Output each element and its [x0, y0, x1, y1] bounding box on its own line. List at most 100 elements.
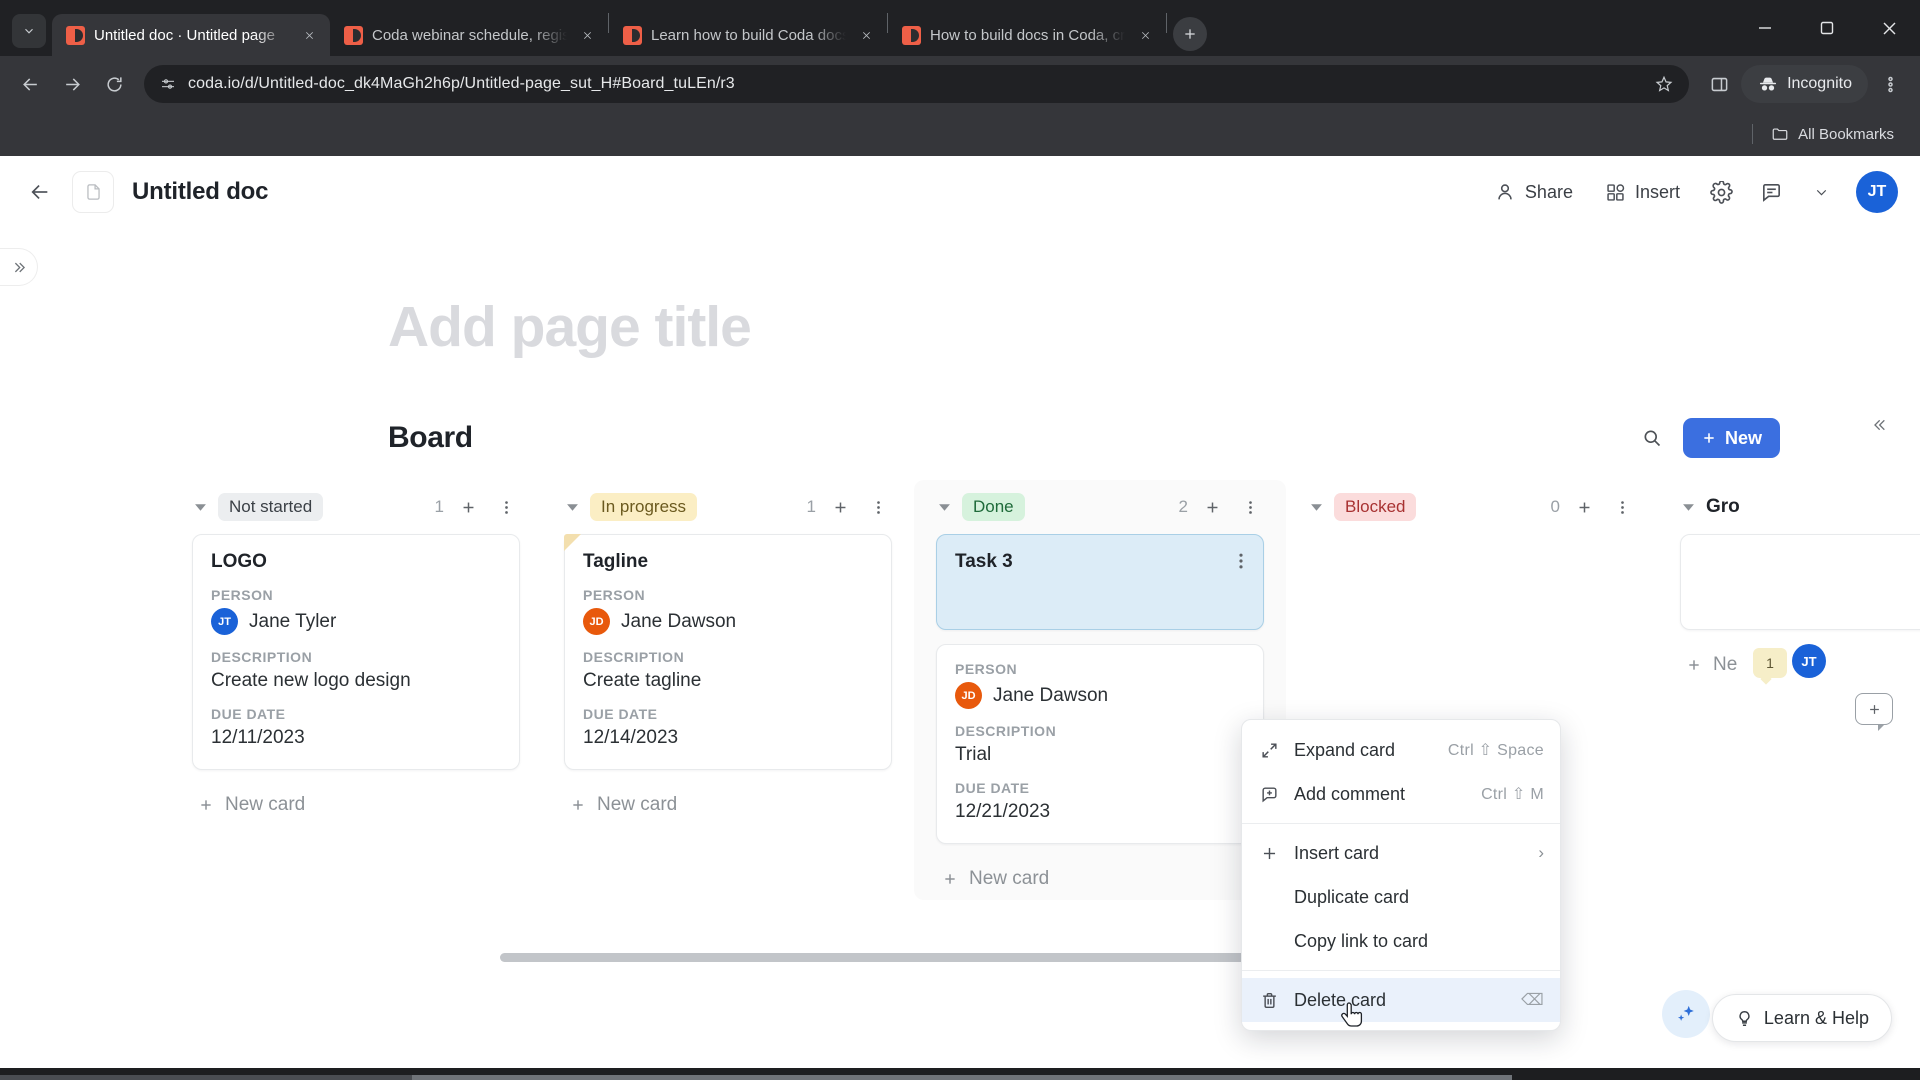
expand-sidebar-button[interactable]: [0, 248, 38, 286]
collapse-group-icon[interactable]: [1680, 499, 1696, 515]
browser-tab-1[interactable]: Coda webinar schedule, registr: [330, 14, 608, 56]
person-name: Jane Dawson: [993, 684, 1109, 706]
new-card-button[interactable]: New card: [192, 784, 520, 826]
description-field-label: DESCRIPTION: [583, 649, 685, 665]
column-header: Gro: [1680, 480, 1920, 534]
board-toolbar-actions: New: [1633, 418, 1780, 458]
taskbar-segment: [0, 1075, 412, 1080]
person-avatar: JD: [583, 608, 610, 635]
column-menu-icon[interactable]: [492, 493, 520, 521]
add-card-icon[interactable]: [1198, 493, 1226, 521]
context-menu-item-insert-card[interactable]: Insert card ›: [1242, 831, 1560, 875]
tab-close-icon[interactable]: [855, 24, 877, 46]
new-tab-button[interactable]: [1173, 17, 1207, 51]
back-to-docs-button[interactable]: [18, 170, 62, 214]
new-row-button[interactable]: New: [1682, 418, 1780, 458]
column-menu-icon[interactable]: [1608, 493, 1636, 521]
plus-icon: [573, 800, 583, 810]
more-options-chevron-button[interactable]: [1800, 171, 1842, 213]
doc-icon[interactable]: [72, 171, 114, 213]
status-pill[interactable]: Blocked: [1334, 493, 1417, 521]
tab-title: How to build docs in Coda, cre: [930, 26, 1125, 44]
coda-ai-button[interactable]: [1662, 990, 1710, 1038]
insert-button[interactable]: Insert: [1593, 174, 1692, 211]
board-toolbar: Board New: [388, 414, 1920, 462]
context-menu-item-expand-card[interactable]: Expand card Ctrl ⇧ Space: [1242, 728, 1560, 772]
collapse-group-icon[interactable]: [936, 499, 952, 515]
description-field-value: Create new logo design: [211, 670, 411, 691]
new-card-label: Ne: [1713, 654, 1738, 675]
comments-button[interactable]: [1750, 171, 1792, 213]
browser-tab-2[interactable]: Learn how to build Coda docs: [609, 14, 887, 56]
close-window-icon[interactable]: [1858, 0, 1920, 56]
settings-button[interactable]: [1700, 171, 1742, 213]
context-menu-item-copy-link-to-card[interactable]: Copy link to card: [1242, 919, 1560, 963]
status-pill[interactable]: Done: [962, 493, 1025, 521]
context-menu-item-add-comment[interactable]: Add comment Ctrl ⇧ M: [1242, 772, 1560, 816]
column-menu-icon[interactable]: [864, 493, 892, 521]
lightbulb-icon: [1739, 1010, 1750, 1026]
collapse-group-icon[interactable]: [1308, 499, 1324, 515]
board-card-empty[interactable]: [1680, 534, 1920, 630]
incognito-label: Incognito: [1787, 75, 1852, 92]
maximize-window-icon[interactable]: [1796, 0, 1858, 56]
card-title: Tagline: [583, 551, 649, 572]
card-menu-icon[interactable]: [1229, 549, 1253, 573]
site-settings-icon[interactable]: [158, 74, 178, 94]
collaborator-avatar[interactable]: JT: [1792, 644, 1826, 678]
board-title[interactable]: Board: [388, 421, 473, 455]
minimize-window-icon[interactable]: [1734, 0, 1796, 56]
context-menu-divider: [1242, 970, 1560, 971]
context-menu-item-delete-card[interactable]: Delete card ⌫: [1242, 978, 1560, 1022]
tab-close-icon[interactable]: [1134, 24, 1156, 46]
due-date-field-label: DUE DATE: [583, 706, 658, 722]
collapse-right-panel-button[interactable]: [1864, 408, 1898, 442]
learn-and-help-button[interactable]: Learn & Help: [1711, 994, 1892, 1042]
address-bar[interactable]: coda.io/d/Untitled-doc_dk4MaGh2h6p/Untit…: [144, 65, 1690, 103]
forward-navigation-icon[interactable]: [52, 64, 92, 104]
board-card-selected[interactable]: Task 3: [936, 534, 1264, 630]
user-avatar[interactable]: JT: [1856, 171, 1898, 213]
tab-close-icon[interactable]: [298, 24, 320, 46]
context-menu-shortcut: ⌫: [1521, 992, 1544, 1009]
status-pill[interactable]: Not started: [218, 493, 324, 521]
column-label-partial[interactable]: Gro: [1706, 496, 1740, 518]
person-field-label: PERSON: [955, 661, 1018, 677]
context-menu-item-duplicate-card[interactable]: Duplicate card: [1242, 875, 1560, 919]
share-button[interactable]: Share: [1482, 173, 1585, 211]
new-card-button[interactable]: New card: [936, 858, 1264, 900]
tab-search-dropdown-button[interactable]: [12, 14, 46, 48]
browser-tab-3[interactable]: How to build docs in Coda, cre: [888, 14, 1166, 56]
all-bookmarks-button[interactable]: All Bookmarks: [1763, 121, 1902, 147]
doc-title[interactable]: Untitled doc: [132, 178, 268, 206]
collapse-group-icon[interactable]: [192, 499, 208, 515]
add-card-icon[interactable]: [1570, 493, 1598, 521]
comment-add-icon: [1258, 783, 1280, 805]
search-icon: [1644, 430, 1661, 447]
collapse-group-icon[interactable]: [564, 499, 580, 515]
column-menu-icon[interactable]: [1236, 493, 1264, 521]
new-card-button[interactable]: New card: [564, 784, 892, 826]
board-card[interactable]: LOGO PERSON JT Jane Tyler DESCRIPTION Cr…: [192, 534, 520, 770]
page-title[interactable]: Add page title: [388, 294, 1920, 360]
column-count: 1: [806, 497, 816, 516]
plus-icon: [1704, 433, 1714, 443]
back-navigation-icon[interactable]: [10, 64, 50, 104]
reload-icon[interactable]: [94, 64, 134, 104]
chrome-menu-icon[interactable]: [1870, 64, 1910, 104]
add-card-icon[interactable]: [454, 493, 482, 521]
context-menu-label: Insert card: [1294, 842, 1380, 863]
board-search-button[interactable]: [1633, 419, 1671, 457]
status-pill[interactable]: In progress: [590, 493, 698, 521]
bookmark-star-icon[interactable]: [1647, 67, 1681, 101]
add-comment-bubble-button[interactable]: [1855, 693, 1893, 731]
board-card[interactable]: PERSON JD Jane Dawson DESCRIPTION Trial …: [936, 644, 1264, 844]
tab-close-icon[interactable]: [576, 24, 598, 46]
board-card[interactable]: Tagline PERSON JD Jane Dawson DESCRIPTIO…: [564, 534, 892, 770]
add-card-icon[interactable]: [826, 493, 854, 521]
side-panel-icon[interactable]: [1699, 64, 1739, 104]
context-menu-label: Duplicate card: [1294, 886, 1410, 907]
browser-tab-0[interactable]: Untitled doc · Untitled page: [52, 14, 330, 56]
chevron-down-icon: [1816, 189, 1826, 195]
incognito-indicator[interactable]: Incognito: [1741, 65, 1868, 103]
